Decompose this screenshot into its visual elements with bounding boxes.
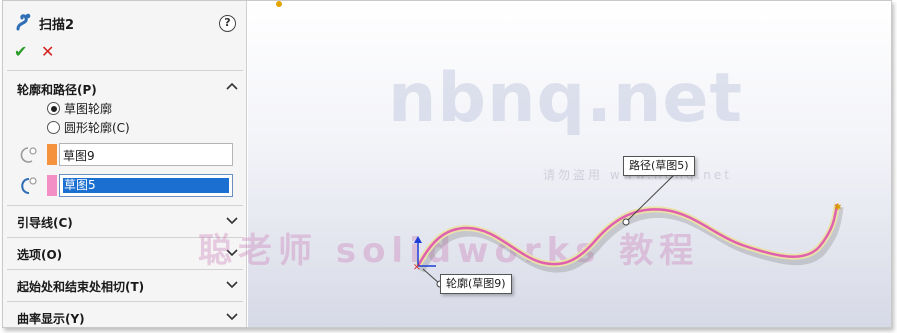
section-title: 选项(O) [17, 248, 63, 262]
sweep-feature-icon [16, 13, 31, 31]
radio-sketch-profile[interactable] [47, 102, 60, 115]
profile-icon [20, 147, 37, 163]
radio-sketch-profile-label: 草图轮廓 [64, 102, 113, 116]
app-window: 扫描2 ? ✔ ✕ 轮廓和路径(P) 草图轮廓 圆形轮廓(C) 草图9 草图5 … [2, 0, 892, 328]
y-axis-arrow-icon [414, 236, 422, 243]
section-title: 起始处和结束处相切(T) [17, 280, 145, 294]
graphics-viewport[interactable]: nbnq.net 请勿盗用 www.nbnq.net 聪老师 solidwork… [198, 1, 892, 328]
origin-icon: ✕ [413, 263, 421, 273]
path-icon [21, 177, 37, 194]
section-curvature-display-header[interactable]: 曲率显示(Y) [3, 303, 247, 327]
path-end-marker-icon: ✱ [834, 203, 842, 213]
section-title: 曲率显示(Y) [17, 312, 85, 326]
feature-title: 扫描2 [39, 18, 75, 33]
feature-title-row: 扫描2 ? [3, 9, 247, 35]
path-selection-field[interactable]: 草图5 [59, 174, 233, 197]
chevron-down-icon[interactable] [225, 277, 239, 291]
sweep-preview[interactable]: ✕ ✱ [248, 1, 892, 328]
divider [7, 301, 243, 302]
path-color-swatch [47, 175, 57, 196]
profile-selection-field[interactable]: 草图9 [59, 143, 233, 166]
profile-selection-row: 草图9 [17, 143, 233, 167]
divider [7, 70, 243, 71]
path-callout[interactable]: 路径(草图5) [623, 156, 695, 176]
chevron-down-icon[interactable] [225, 309, 239, 323]
property-manager: 扫描2 ? ✔ ✕ 轮廓和路径(P) 草图轮廓 圆形轮廓(C) 草图9 草图5 … [3, 1, 247, 327]
cancel-button[interactable]: ✕ [41, 42, 54, 61]
section-tangency-header[interactable]: 起始处和结束处相切(T) [3, 271, 247, 299]
path-selection-value: 草图5 [63, 178, 229, 193]
radio-circular-profile[interactable] [47, 121, 60, 134]
profile-callout[interactable]: 轮廓(草图9) [440, 274, 512, 294]
profile-color-swatch [47, 144, 57, 165]
divider [7, 205, 243, 206]
section-title: 轮廓和路径(P) [17, 83, 97, 97]
section-profile-path-header[interactable]: 轮廓和路径(P) [3, 74, 247, 102]
path-selection-row: 草图5 [17, 174, 233, 198]
section-title: 引导线(C) [17, 216, 73, 230]
ok-button[interactable]: ✔ [14, 42, 27, 61]
chevron-up-icon[interactable] [225, 80, 239, 94]
radio-circular-profile-label: 圆形轮廓(C) [64, 121, 130, 135]
path-leader-dot [622, 218, 630, 226]
help-button[interactable]: ? [219, 15, 236, 32]
